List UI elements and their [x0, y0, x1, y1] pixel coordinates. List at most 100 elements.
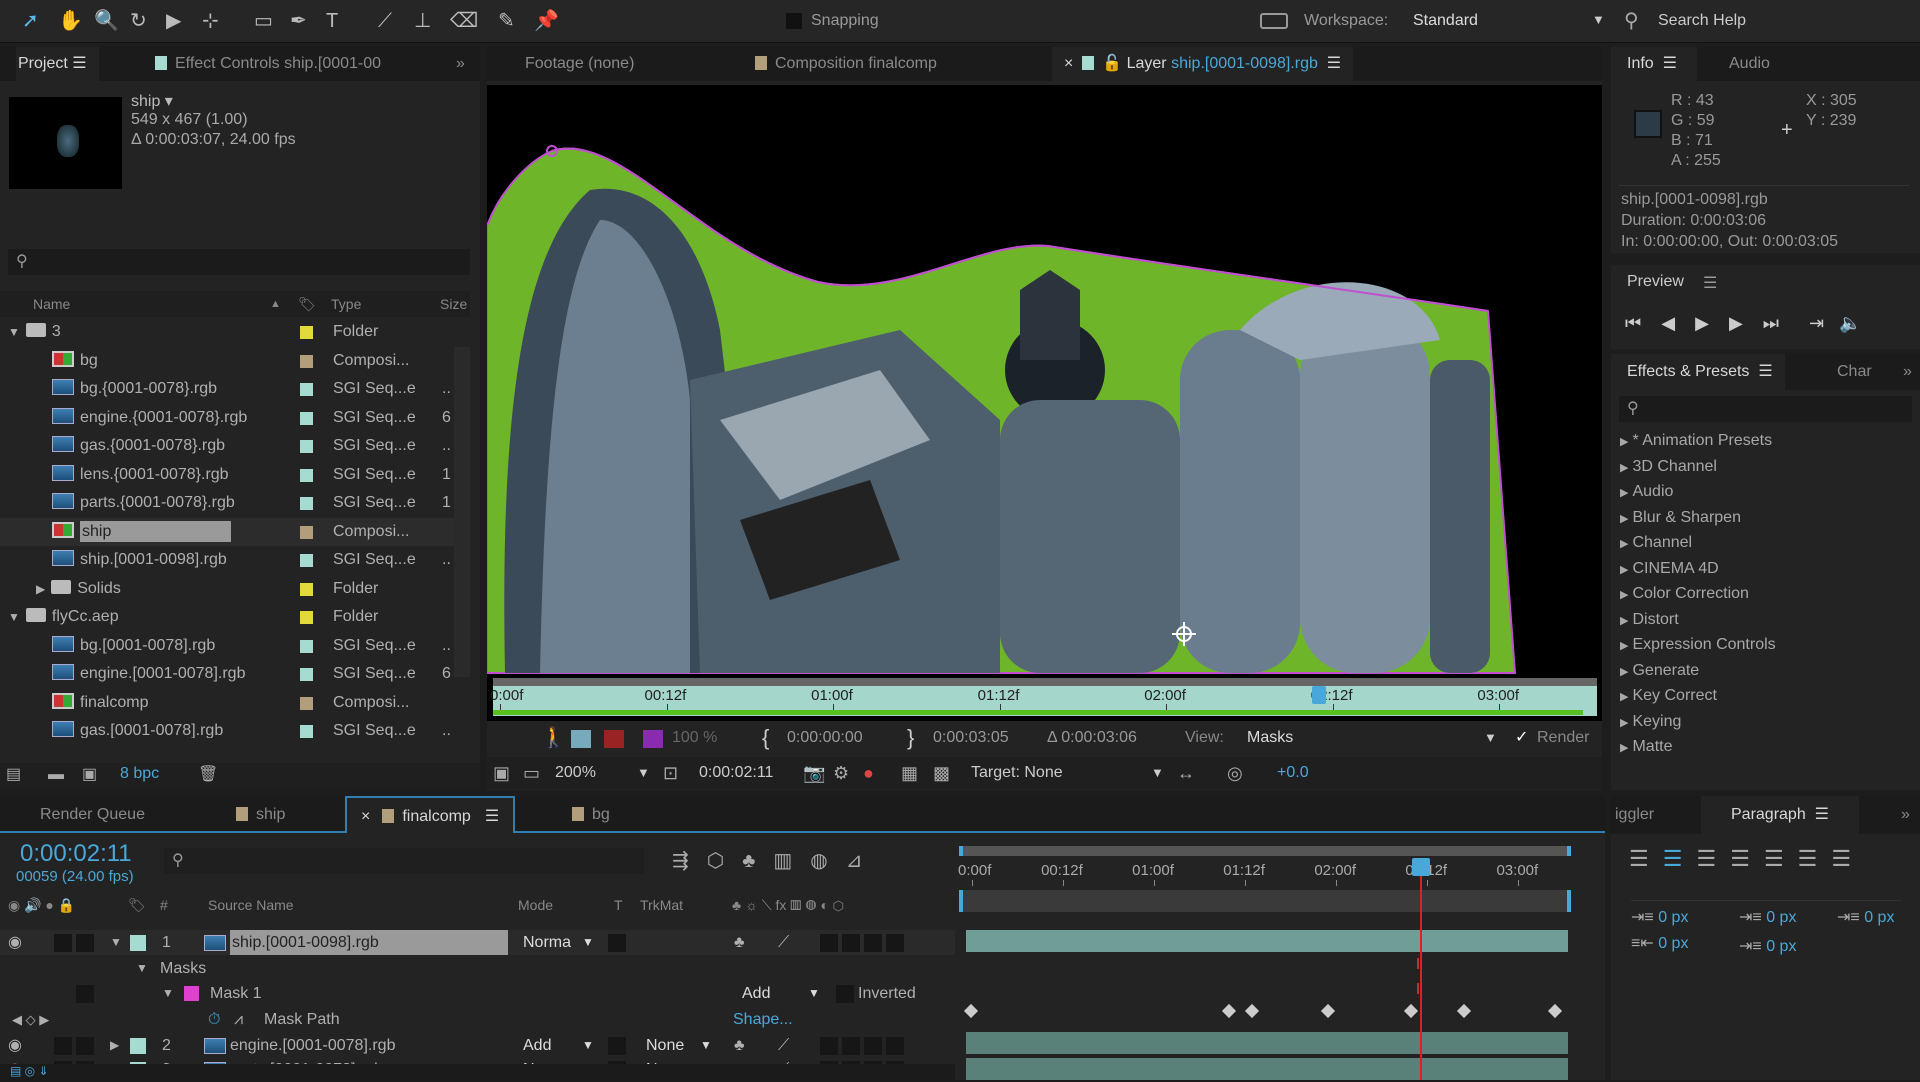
layer-bar-2[interactable] — [966, 1032, 1568, 1054]
menu-icon[interactable]: ☰ — [1703, 273, 1717, 293]
effect-category[interactable]: ▶ * Animation Presets — [1620, 432, 1772, 450]
justify-all-icon[interactable]: ☰ — [1831, 846, 1865, 871]
label-swatch[interactable] — [300, 668, 313, 681]
first-frame-icon[interactable]: ⏮ — [1625, 313, 1641, 333]
zoom-tool-icon[interactable]: 🔍 — [94, 11, 119, 31]
expand-toggle-icon[interactable]: ▶ — [1620, 589, 1628, 601]
frame-blending-icon[interactable]: ▥ — [773, 850, 810, 872]
show-snapshot-icon[interactable]: ⚙ — [833, 763, 849, 783]
expand-toggle-icon[interactable]: ▶ — [1620, 615, 1628, 627]
keyframe[interactable] — [1320, 1003, 1335, 1019]
keyframe[interactable] — [963, 1003, 979, 1019]
viewer-playhead[interactable] — [1311, 686, 1326, 704]
project-item[interactable]: engine.{0001-0078}.rgb SGI Seq...e 6 — [0, 404, 470, 432]
close-icon[interactable]: × — [1064, 55, 1073, 72]
pan-behind-tool-icon[interactable]: ⊹ — [202, 11, 219, 31]
roto-brush-tool-icon[interactable]: ✎ — [498, 11, 515, 31]
chevron-down-icon[interactable]: ▼ — [1484, 722, 1497, 754]
expand-toggle-icon[interactable]: ▶ — [1620, 640, 1628, 652]
menu-icon[interactable]: ☰ — [1663, 55, 1677, 72]
label-swatch[interactable] — [300, 696, 313, 710]
overflow-icon[interactable]: » — [1901, 796, 1910, 830]
label-swatch[interactable] — [300, 354, 313, 368]
brush-tool-icon[interactable]: ⟋ — [378, 11, 392, 31]
effect-category[interactable]: ▶ Generate — [1620, 662, 1699, 680]
magnification-select[interactable]: 200% — [555, 757, 596, 789]
selection-tool-icon[interactable]: ➚ — [22, 11, 39, 31]
overflow-icon[interactable]: » — [1903, 354, 1912, 388]
effect-category[interactable]: ▶ Color Correction — [1620, 585, 1749, 603]
effect-category[interactable]: ▶ CINEMA 4D — [1620, 560, 1719, 578]
justify-last-left-icon[interactable]: ☰ — [1730, 846, 1764, 871]
exposure-icon[interactable]: ◎ — [1227, 763, 1243, 783]
expand-toggle-icon[interactable]: ▶ — [1620, 717, 1628, 729]
label-swatch[interactable] — [300, 554, 313, 567]
masks-group[interactable]: ▼ Masks — [0, 956, 955, 981]
tab-finalcomp[interactable]: × finalcomp ☰ — [345, 796, 516, 833]
effect-category[interactable]: ▶ Audio — [1620, 483, 1673, 501]
next-frame-icon[interactable]: ▶︎ — [1729, 313, 1743, 333]
close-icon[interactable]: × — [361, 808, 370, 825]
expand-toggle-icon[interactable]: ▼ — [8, 325, 20, 339]
tab-project[interactable]: Project ☰ — [16, 47, 99, 81]
out-point-icon[interactable]: } — [907, 722, 914, 754]
interpret-footage-icon[interactable]: ▤ — [6, 765, 21, 785]
effect-category[interactable]: ▶ Matte — [1620, 738, 1672, 756]
tab-ship[interactable]: ship — [236, 796, 285, 833]
timeline-current-time[interactable]: 0:00:02:11 — [20, 840, 132, 868]
render-checkbox[interactable]: ✓ — [1515, 722, 1528, 754]
bpc-button[interactable]: 8 bpc — [120, 765, 159, 783]
exposure-value[interactable]: +0.0 — [1277, 757, 1309, 789]
time-ruler[interactable]: 0:00f00:12f01:00f01:12f02:00f02:12f03:00… — [955, 858, 1575, 888]
solo-switch[interactable] — [54, 1037, 72, 1055]
lock-icon[interactable]: 🔓 — [1102, 55, 1122, 72]
search-help-input[interactable]: Search Help — [1658, 12, 1746, 30]
effect-category[interactable]: ▶ Distort — [1620, 611, 1679, 629]
chevron-down-icon[interactable]: ▼ — [700, 1033, 712, 1058]
layer-switch[interactable] — [842, 934, 860, 952]
expand-toggle-icon[interactable]: ▶ — [1620, 487, 1628, 499]
quality-switch-icon[interactable]: ⟋ — [778, 1033, 789, 1058]
onion-skin-icon[interactable] — [571, 730, 591, 748]
menu-icon[interactable]: ☰ — [1758, 363, 1772, 380]
project-item[interactable]: lens.{0001-0078}.rgb SGI Seq...e 1 — [0, 461, 470, 489]
label-swatch[interactable] — [300, 725, 313, 738]
tab-info[interactable]: Info ☰ — [1611, 47, 1697, 81]
layer-switch[interactable] — [864, 1037, 882, 1055]
always-preview-icon[interactable]: ▣ — [493, 763, 510, 783]
visibility-eye-icon[interactable]: ◉ — [8, 930, 22, 955]
keyframe-navigator-icon[interactable]: ◀ ◇ ▶ — [12, 1007, 49, 1032]
inverted-checkbox[interactable] — [836, 985, 854, 1003]
label-swatch[interactable] — [300, 440, 313, 453]
hide-shy-layers-icon[interactable]: ♣ — [742, 850, 773, 872]
viewer-time-ruler[interactable]: 0:00f 00:12f 01:00f 01:12f 02:00f 02:12f 03:00… — [490, 678, 1597, 716]
clone-stamp-tool-icon[interactable]: ⊥ — [414, 11, 431, 31]
view-select[interactable]: Masks — [1247, 722, 1293, 754]
mask-path-row[interactable]: ◀ ◇ ▶ ⏱ ⩘ Mask Path Shape... — [0, 1007, 955, 1032]
tab-effects-presets[interactable]: Effects & Presets ☰ — [1611, 354, 1785, 390]
project-item[interactable]: engine.[0001-0078].rgb SGI Seq...e 6 — [0, 660, 470, 688]
current-time[interactable]: 0:00:02:11 — [699, 757, 773, 789]
label-swatch[interactable] — [130, 935, 146, 951]
layer-name[interactable]: ship.[0001-0098].rgb — [230, 930, 508, 955]
tab-bg[interactable]: bg — [572, 796, 610, 833]
motion-blur-icon[interactable]: ◍ — [810, 850, 845, 872]
sort-icon[interactable]: ▲ — [270, 291, 281, 317]
new-folder-icon[interactable]: ▬ — [48, 765, 64, 785]
space-after-value[interactable]: 0 px — [1766, 938, 1796, 955]
tab-character[interactable]: Char — [1837, 354, 1872, 388]
effect-category[interactable]: ▶ Expression Controls — [1620, 636, 1776, 654]
lock-switch[interactable] — [76, 1037, 94, 1055]
tab-paragraph[interactable]: Paragraph ☰ — [1701, 796, 1859, 834]
trash-icon[interactable]: 🗑 — [198, 765, 218, 785]
shy-switch-icon[interactable]: ♣ — [734, 930, 745, 955]
chevron-down-icon[interactable]: ▼ — [582, 1033, 594, 1058]
column-name[interactable]: Name — [33, 291, 70, 317]
space-before-value[interactable]: 0 px — [1766, 909, 1796, 926]
mask-color-swatch[interactable] — [643, 730, 663, 748]
pen-tool-icon[interactable]: ✒ — [290, 11, 307, 31]
align-center-icon[interactable]: ☰ — [1663, 846, 1697, 871]
out-point[interactable]: 0:00:03:05 — [933, 722, 1009, 754]
align-left-icon[interactable]: ☰ — [1629, 846, 1663, 871]
chevron-down-icon[interactable]: ▼ — [808, 981, 820, 1006]
